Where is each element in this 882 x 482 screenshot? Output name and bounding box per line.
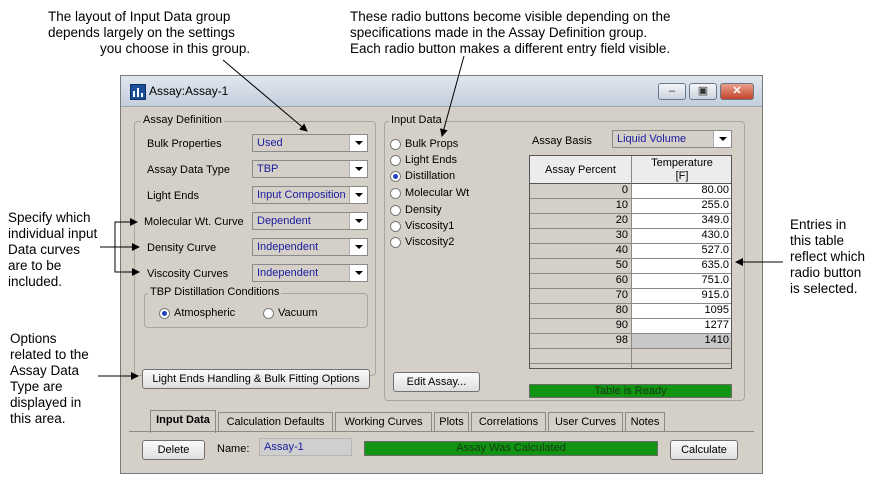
arrow-to-assay-definition <box>222 59 308 132</box>
arrow-to-input-radios <box>439 55 465 137</box>
callout-arrows <box>98 55 783 380</box>
